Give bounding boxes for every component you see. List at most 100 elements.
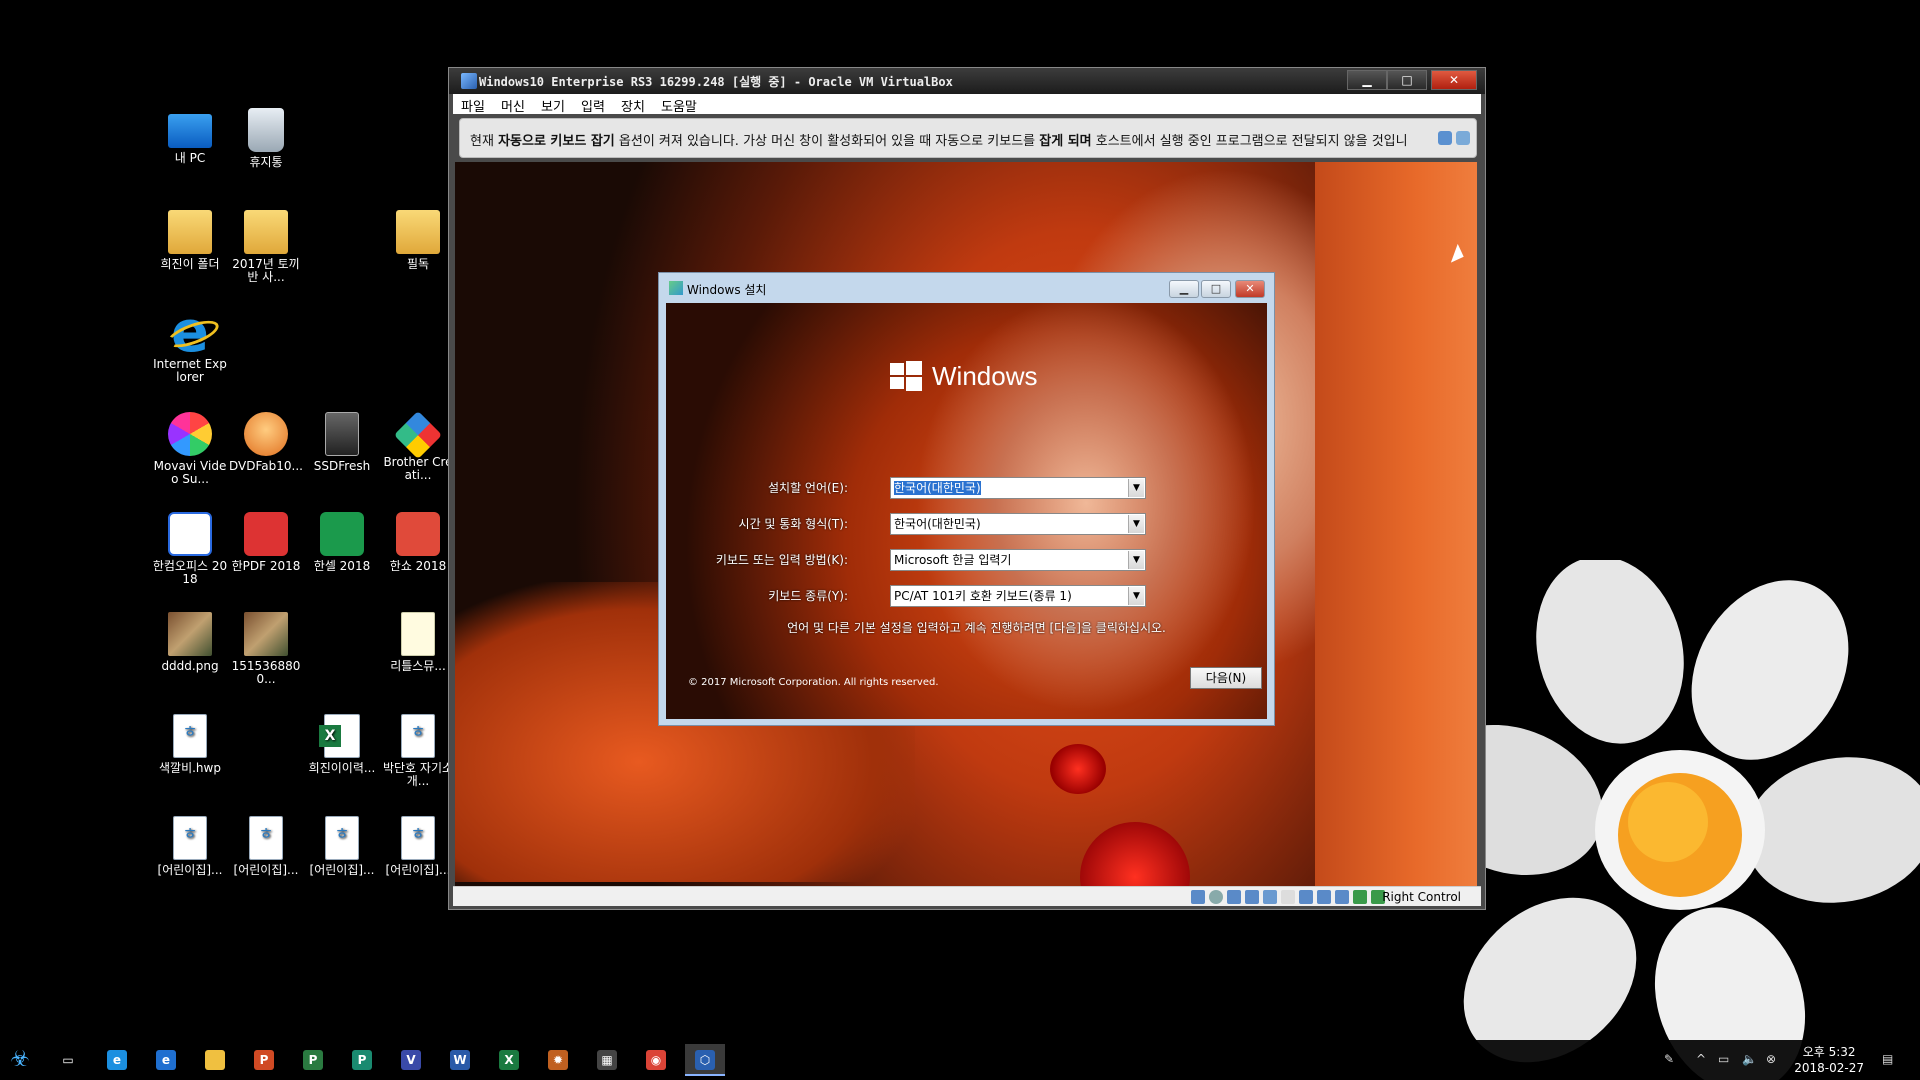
desktop-icon-daycare-3[interactable]: [어린이집]... (304, 816, 380, 877)
menu-machine[interactable]: 머신 (501, 96, 525, 115)
chevron-down-icon[interactable]: ▼ (1128, 479, 1144, 497)
hard-disk-icon[interactable] (1191, 890, 1205, 904)
network-tray-icon[interactable]: ▭ (1718, 1052, 1729, 1066)
desktop-icon-label: 리틀스뮤... (390, 659, 446, 673)
desktop-icon-self-intro[interactable]: 박단호 자기소개... (380, 714, 456, 788)
hanpdf-icon (244, 512, 288, 556)
taskbar-app-button[interactable]: P (293, 1044, 333, 1076)
chevron-up-icon[interactable]: ^ (1696, 1052, 1706, 1066)
clock[interactable]: 오후 5:32 2018-02-27 (1794, 1044, 1864, 1076)
notice-dismiss-icon[interactable] (1456, 131, 1470, 145)
menu-file[interactable]: 파일 (461, 96, 485, 115)
maximize-button[interactable]: □ (1201, 280, 1231, 298)
optical-drive-icon[interactable] (1209, 890, 1223, 904)
clock-time: 오후 5:32 (1802, 1045, 1856, 1059)
cpu-icon[interactable] (1335, 890, 1349, 904)
select-value: Microsoft 한글 입력기 (894, 553, 1012, 567)
desktop-icon-hanpdf[interactable]: 한PDF 2018 (228, 512, 304, 573)
minimize-button[interactable]: ▁ (1169, 280, 1199, 298)
menu-help[interactable]: 도움말 (661, 96, 697, 115)
close-button[interactable]: ✕ (1431, 70, 1477, 90)
keyboard-method-label: 키보드 또는 입력 방법(K): (715, 553, 848, 567)
keyboard-type-select[interactable]: PC/AT 101키 호환 키보드(종류 1) ▼ (890, 585, 1146, 607)
minimize-button[interactable]: ▁ (1347, 70, 1387, 90)
mute-status-icon[interactable]: ⊗ (1766, 1052, 1776, 1066)
desktop-icon-this-pc[interactable]: 내 PC (152, 108, 228, 165)
usb-icon[interactable] (1263, 890, 1277, 904)
desktop-icon-label: 2017년 토끼반 사... (232, 257, 300, 284)
install-language-select[interactable]: 한국어(대한민국) ▼ (890, 477, 1146, 499)
taskbar-app-button[interactable]: W (440, 1044, 480, 1076)
desktop-icon-movavi[interactable]: Movavi Video Su... (152, 412, 228, 486)
pen-icon[interactable]: ✎ (1664, 1052, 1674, 1066)
taskbar-app-button[interactable]: ✹ (538, 1044, 578, 1076)
volume-icon[interactable]: 🔈 (1742, 1052, 1757, 1066)
desktop-icon-hancom-office[interactable]: 한컴오피스 2018 (152, 512, 228, 586)
notice-text: 현재 (470, 134, 499, 149)
taskbar-app-button[interactable]: ◉ (636, 1044, 676, 1076)
chevron-down-icon[interactable]: ▼ (1128, 587, 1144, 605)
menu-devices[interactable]: 장치 (621, 96, 645, 115)
virtualbox-icon: ⬡ (695, 1050, 715, 1070)
desktop-icon-recycle-bin[interactable]: 휴지통 (228, 108, 304, 169)
taskbar-app-button[interactable]: ▦ (587, 1044, 627, 1076)
desktop-icon-label: [어린이집]... (385, 863, 451, 877)
desktop-icon-folder-pildok[interactable]: 필독 (380, 210, 456, 271)
taskbar-app-button[interactable]: P (244, 1044, 284, 1076)
desktop-icon-daycare-2[interactable]: [어린이집]... (228, 816, 304, 877)
taskbar-app-button[interactable] (195, 1044, 235, 1076)
taskbar-app-button[interactable]: e (97, 1044, 137, 1076)
taskbar-app-button[interactable]: e (146, 1044, 186, 1076)
text-file-icon (401, 612, 435, 656)
ssd-icon (325, 412, 359, 456)
taskbar-app-button[interactable]: P (342, 1044, 382, 1076)
status-bar: Right Control (453, 886, 1481, 906)
desktop-icon-resume-xlsx[interactable]: 희진이이력... (304, 714, 380, 775)
next-button[interactable]: 다음(N) (1190, 667, 1262, 689)
menu-view[interactable]: 보기 (541, 96, 565, 115)
desktop-icon-brother[interactable]: Brother Creati... (380, 410, 456, 482)
taskbar-app-button[interactable]: ▭ (48, 1044, 88, 1076)
taskbar-app-button[interactable]: V (391, 1044, 431, 1076)
video-capture-icon[interactable] (1317, 890, 1331, 904)
taskbar-app-button[interactable]: ⬡ (685, 1044, 725, 1076)
audio-icon[interactable] (1227, 890, 1241, 904)
menu-input[interactable]: 입력 (581, 96, 605, 115)
desktop-icon-daycare-1[interactable]: [어린이집]... (152, 816, 228, 877)
desktop-icon-folder-heejin[interactable]: 희진이 폴더 (152, 210, 228, 271)
desktop-icon-little-music[interactable]: 리틀스뮤... (380, 612, 456, 673)
start-button[interactable]: ☣ (0, 1044, 40, 1076)
desktop-icon-daycare-4[interactable]: [어린이집]... (380, 816, 456, 877)
select-value: PC/AT 101키 호환 키보드(종류 1) (894, 589, 1072, 603)
keyboard-method-select[interactable]: Microsoft 한글 입력기 ▼ (890, 549, 1146, 571)
display-icon[interactable] (1299, 890, 1313, 904)
desktop-icon-hancell[interactable]: 한셀 2018 (304, 512, 380, 573)
shared-folder-icon[interactable] (1281, 890, 1295, 904)
hwp-file-icon (401, 816, 435, 860)
desktop-icon-internet-explorer[interactable]: Internet Explorer (152, 300, 228, 384)
folder-icon (244, 210, 288, 254)
desktop-icon-folder-2017[interactable]: 2017년 토끼반 사... (228, 210, 304, 284)
window-titlebar[interactable]: Windows10 Enterprise RS3 16299.248 [실행 중… (449, 68, 1485, 94)
notice-bold-text: 자동으로 키보드 잡기 (498, 134, 615, 149)
taskbar-app-button[interactable]: X (489, 1044, 529, 1076)
desktop-icon-dvdfab[interactable]: DVDFab10... (228, 412, 304, 473)
desktop-icon-hanshow[interactable]: 한쇼 2018 (380, 512, 456, 573)
maximize-button[interactable]: □ (1387, 70, 1427, 90)
select-value: 한국어(대한민국) (894, 517, 981, 531)
notice-info-icon[interactable] (1438, 131, 1452, 145)
settings-app-icon: ✹ (548, 1050, 568, 1070)
desktop-icon-photo-1515[interactable]: 1515368800... (228, 612, 304, 686)
chevron-down-icon[interactable]: ▼ (1128, 551, 1144, 569)
desktop-icon-dddd-png[interactable]: dddd.png (152, 612, 228, 673)
close-button[interactable]: ✕ (1235, 280, 1265, 298)
time-currency-select[interactable]: 한국어(대한민국) ▼ (890, 513, 1146, 535)
desktop-icon-hwp-color[interactable]: 색깔비.hwp (152, 714, 228, 775)
notification-center-icon[interactable]: ▤ (1882, 1052, 1893, 1066)
chevron-down-icon[interactable]: ▼ (1128, 515, 1144, 533)
task-view-icon: ▭ (58, 1050, 78, 1070)
desktop-icon-ssdfresh[interactable]: SSDFresh (304, 412, 380, 473)
mouse-integration-icon[interactable] (1353, 890, 1367, 904)
network-icon[interactable] (1245, 890, 1259, 904)
desktop-icon-label: 박단호 자기소개... (382, 761, 454, 788)
